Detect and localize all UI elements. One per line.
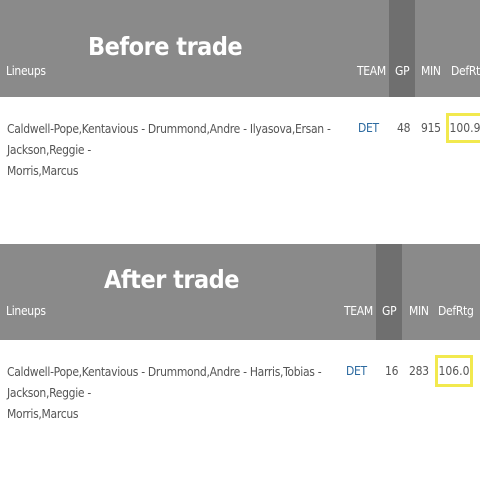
table-header: After trade Lineups TEAM GP MIN DefRtg bbox=[0, 244, 480, 340]
defrtg-cell: 106.0 bbox=[438, 364, 470, 378]
column-header-defrtg[interactable]: DefRtg bbox=[451, 64, 480, 78]
lineup-line-2: Morris,Marcus bbox=[7, 407, 79, 421]
column-header-gp[interactable]: GP bbox=[395, 64, 410, 78]
column-header-gp[interactable]: GP bbox=[382, 304, 397, 318]
defrtg-cell: 100.9 bbox=[449, 121, 480, 135]
min-cell: 915 bbox=[421, 121, 441, 135]
defrtg-highlight-box: 100.9 bbox=[446, 113, 480, 143]
lineup-line-1: Caldwell-Pope,Kentavious - Drummond,Andr… bbox=[7, 365, 322, 400]
table-row: Caldwell-Pope,Kentavious - Drummond,Andr… bbox=[0, 97, 480, 178]
panel-title: After trade bbox=[104, 265, 240, 294]
table-header: Before trade Lineups TEAM GP MIN DefRtg bbox=[0, 0, 480, 97]
column-header-team[interactable]: TEAM bbox=[357, 64, 386, 78]
lineup-line-2: Morris,Marcus bbox=[7, 164, 79, 178]
lineup-line-1: Caldwell-Pope,Kentavious - Drummond,Andr… bbox=[7, 122, 331, 157]
defrtg-highlight-box: 106.0 bbox=[435, 355, 473, 387]
column-header-team[interactable]: TEAM bbox=[344, 304, 373, 318]
gp-column-highlight bbox=[376, 244, 402, 340]
gp-cell: 48 bbox=[397, 121, 411, 135]
column-header-lineups[interactable]: Lineups bbox=[6, 304, 46, 318]
gp-cell: 16 bbox=[385, 364, 399, 378]
column-header-min[interactable]: MIN bbox=[409, 304, 429, 318]
lineup-cell: Caldwell-Pope,Kentavious - Drummond,Andr… bbox=[7, 119, 347, 182]
before-trade-panel: Before trade Lineups TEAM GP MIN DefRtg … bbox=[0, 0, 480, 178]
column-header-defrtg[interactable]: DefRtg bbox=[438, 304, 474, 318]
lineup-cell: Caldwell-Pope,Kentavious - Drummond,Andr… bbox=[7, 362, 347, 425]
team-link[interactable]: DET bbox=[346, 364, 367, 378]
column-header-min[interactable]: MIN bbox=[421, 64, 441, 78]
panel-title: Before trade bbox=[88, 32, 243, 61]
table-row: Caldwell-Pope,Kentavious - Drummond,Andr… bbox=[0, 340, 480, 421]
after-trade-panel: After trade Lineups TEAM GP MIN DefRtg C… bbox=[0, 244, 480, 421]
min-cell: 283 bbox=[409, 364, 429, 378]
column-header-lineups[interactable]: Lineups bbox=[6, 64, 46, 78]
team-link[interactable]: DET bbox=[358, 121, 379, 135]
gp-column-highlight bbox=[389, 0, 415, 97]
